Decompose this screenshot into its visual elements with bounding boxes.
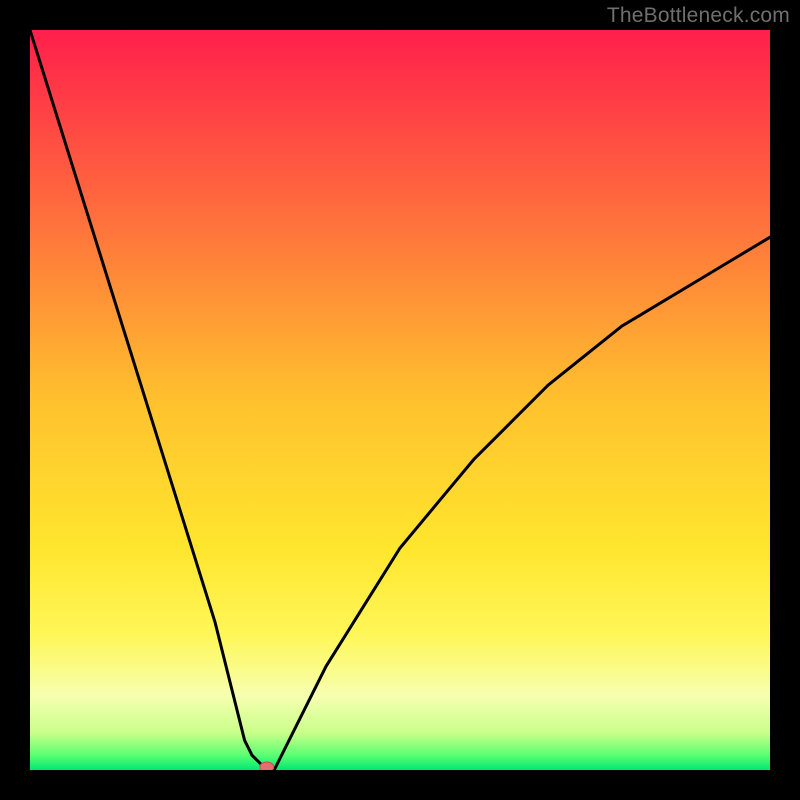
chart-svg (30, 30, 770, 770)
minimum-marker (260, 762, 274, 770)
watermark-text: TheBottleneck.com (607, 4, 790, 28)
plot-area (30, 30, 770, 770)
gradient-background (30, 30, 770, 770)
chart-frame: TheBottleneck.com (0, 0, 800, 800)
